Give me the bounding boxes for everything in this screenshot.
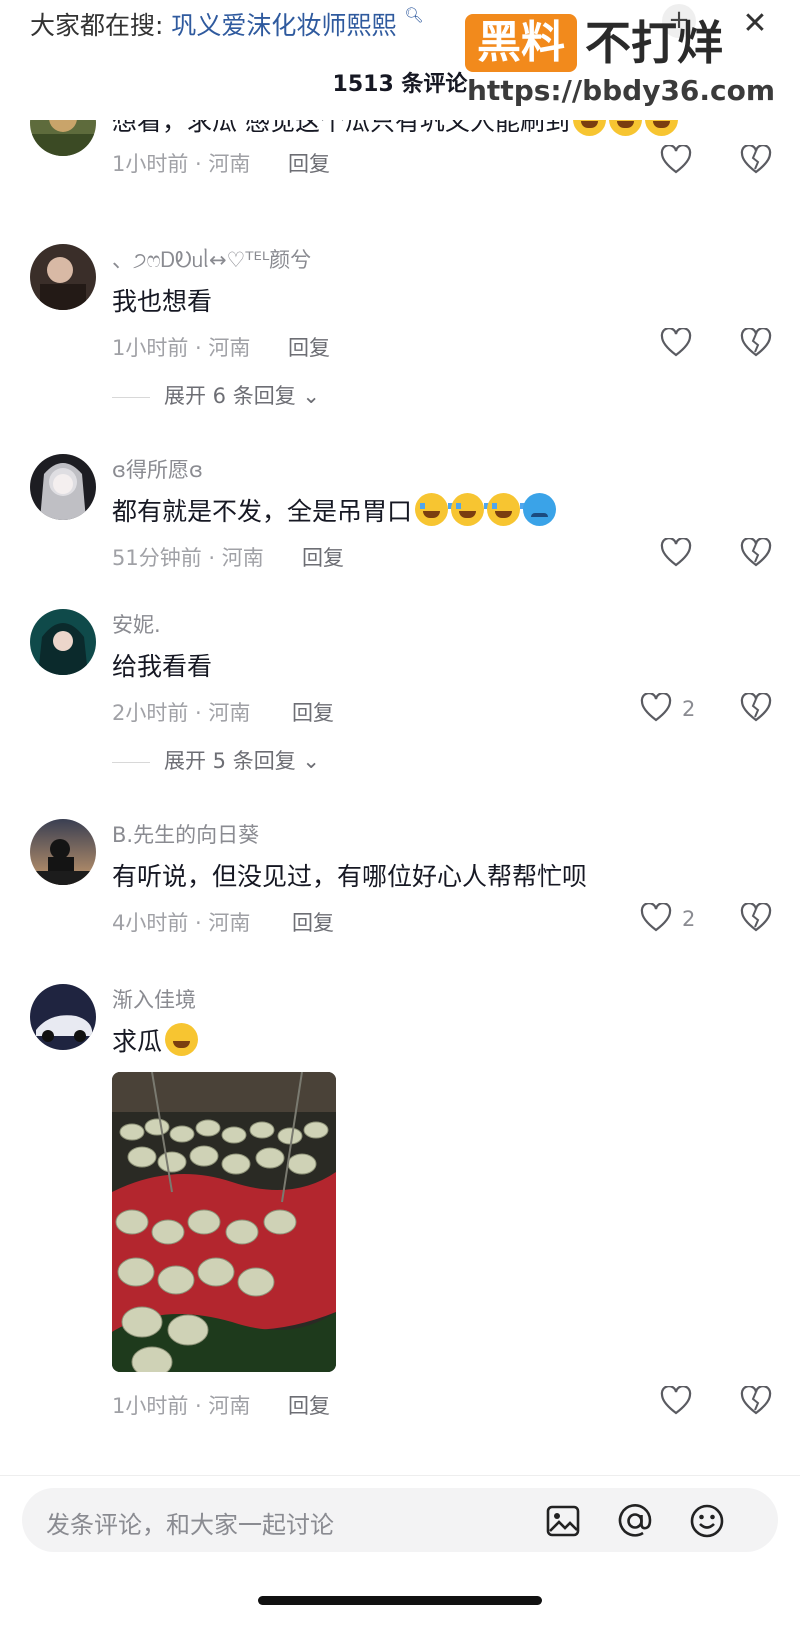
- comment-meta: 1小时前 · 河南: [112, 336, 251, 360]
- comment-photo[interactable]: [112, 1072, 336, 1372]
- search-suggestion-prefix: 大家都在搜:: [30, 11, 164, 40]
- expand-divider: [112, 761, 150, 763]
- comment-text: 都有就是不发，全是吊胃口: [112, 492, 557, 528]
- watermark-url: https://bbdy36.com: [467, 74, 776, 107]
- comment-text: 有听说，但没见过，有哪位好心人帮帮忙呗: [112, 862, 588, 891]
- comments-header: 大家都在搜: 巩义爱沫化妆师熙熙 🔍︎ 1513 条评论 + ✕ 黑料 不打烊 …: [0, 0, 800, 120]
- comment-meta: 1小时前 · 河南: [112, 152, 251, 176]
- reply-button[interactable]: 回复: [288, 148, 330, 178]
- image-icon[interactable]: [544, 1502, 582, 1540]
- comment-input[interactable]: 发条评论，和大家一起讨论: [22, 1488, 778, 1552]
- laugh-cry-emoji-icon: [608, 120, 642, 136]
- dislike-broken-heart-icon[interactable]: [740, 693, 772, 723]
- laugh-cry-emoji-icon: [644, 120, 678, 136]
- avatar[interactable]: [30, 454, 96, 520]
- comment-text: 想看，求瓜 感觉这个瓜只有巩义人能刷到: [112, 120, 678, 138]
- search-suggestion-keyword[interactable]: 巩义爱沫化妆师熙熙: [171, 11, 396, 40]
- crying-emoji-icon: [487, 493, 526, 526]
- expand-replies-button[interactable]: 展开 6 条回复 ⌄: [112, 380, 320, 410]
- comment-meta: 2小时前 · 河南: [112, 701, 251, 725]
- dislike-broken-heart-icon[interactable]: [740, 538, 772, 568]
- search-suggestion[interactable]: 大家都在搜: 巩义爱沫化妆师熙熙 🔍︎: [30, 6, 423, 42]
- dislike-broken-heart-icon[interactable]: [740, 1386, 772, 1416]
- like-count: 2: [682, 907, 696, 931]
- emoji-icon[interactable]: [688, 1502, 726, 1540]
- expand-replies-label: 展开 5 条回复: [164, 749, 296, 773]
- watermark-text: 不打烊: [585, 16, 723, 70]
- at-icon[interactable]: [616, 1502, 654, 1540]
- avatar[interactable]: [30, 120, 96, 156]
- reply-button[interactable]: 回复: [288, 332, 330, 362]
- like-heart-icon[interactable]: [660, 328, 692, 358]
- expand-divider: [112, 396, 150, 398]
- avatar[interactable]: [30, 819, 96, 885]
- reply-button[interactable]: 回复: [292, 697, 334, 727]
- comment-text: 求瓜: [112, 1022, 199, 1058]
- like-heart-icon[interactable]: [660, 538, 692, 568]
- chevron-down-icon: ⌄: [302, 749, 321, 773]
- comment-username[interactable]: 安妮.: [112, 609, 161, 639]
- comment-input-placeholder: 发条评论，和大家一起讨论: [46, 1511, 334, 1539]
- dislike-broken-heart-icon[interactable]: [740, 328, 772, 358]
- comment-text-content: 都有就是不发，全是吊胃口: [112, 497, 413, 526]
- comment-username[interactable]: 渐入佳境: [112, 984, 196, 1014]
- comment-meta: 4小时前 · 河南: [112, 911, 251, 935]
- reply-button[interactable]: 回复: [292, 907, 334, 937]
- watermark-badge: 黑料: [465, 14, 577, 72]
- search-icon: 🔍︎: [404, 6, 424, 24]
- comment-meta: 1小时前 · 河南: [112, 1394, 251, 1418]
- comment-username[interactable]: 、੭ෆᎠᎧᥙᥣ↔♡ᵀᴱᴸ颜兮: [112, 244, 311, 274]
- comment-username[interactable]: B.先生的向日葵: [112, 819, 259, 849]
- avatar[interactable]: [30, 244, 96, 310]
- expand-replies-button[interactable]: 展开 5 条回复 ⌄: [112, 745, 320, 775]
- avatar[interactable]: [30, 984, 96, 1050]
- crying-emoji-icon: [415, 493, 454, 526]
- sad-emoji-icon: [523, 493, 557, 526]
- comment-text-content: 求瓜: [112, 1027, 163, 1056]
- comment-username[interactable]: ɞ得所愿ɞ: [112, 454, 203, 484]
- crying-emoji-icon: [451, 493, 490, 526]
- dislike-broken-heart-icon[interactable]: [740, 145, 772, 175]
- chevron-down-icon: ⌄: [302, 384, 321, 408]
- like-count: 2: [682, 697, 696, 721]
- comment-input-bar: 发条评论，和大家一起讨论: [0, 1475, 800, 1625]
- dislike-broken-heart-icon[interactable]: [740, 903, 772, 933]
- like-heart-icon[interactable]: [660, 1386, 692, 1416]
- comment-text: 给我看看: [112, 652, 213, 681]
- watermark: 黑料 不打烊 https://bbdy36.com: [465, 12, 795, 112]
- comment-meta: 51分钟前 · 河南: [112, 546, 264, 570]
- like-heart-icon[interactable]: [640, 693, 672, 723]
- avatar[interactable]: [30, 609, 96, 675]
- comment-list[interactable]: 想看，求瓜 感觉这个瓜只有巩义人能刷到 1小时前 · 河南 回复 、੭ෆᎠᎧᥙᥣ…: [0, 120, 800, 1475]
- home-indicator[interactable]: [258, 1596, 542, 1605]
- laugh-cry-emoji-icon: [572, 120, 606, 136]
- comment-text-content: 想看，求瓜 感觉这个瓜只有巩义人能刷到: [112, 120, 570, 136]
- reply-button[interactable]: 回复: [288, 1390, 330, 1420]
- comment-text: 我也想看: [112, 287, 213, 316]
- like-heart-icon[interactable]: [660, 145, 692, 175]
- reply-button[interactable]: 回复: [302, 542, 344, 572]
- expand-replies-label: 展开 6 条回复: [164, 384, 296, 408]
- grin-sweat-emoji-icon: [165, 1023, 199, 1056]
- like-heart-icon[interactable]: [640, 903, 672, 933]
